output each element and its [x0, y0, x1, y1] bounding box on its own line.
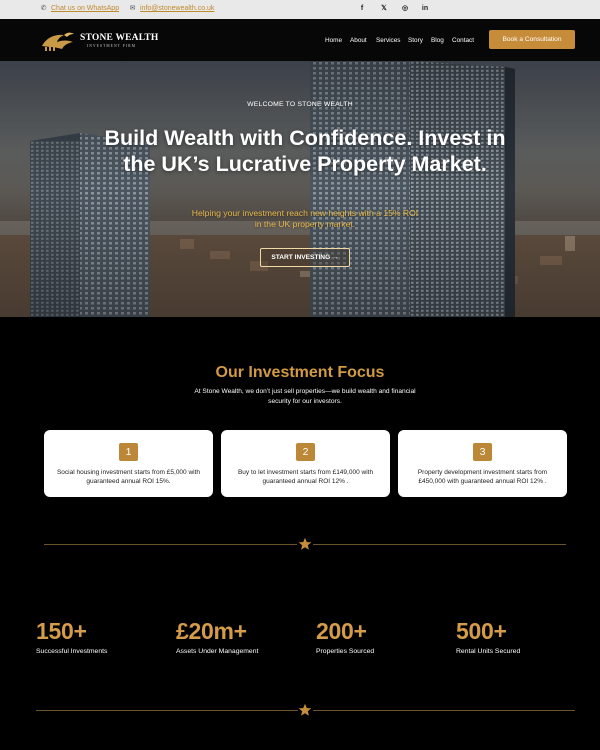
star-icon [298, 537, 312, 550]
section-subtitle: At Stone Wealth, we don’t just sell prop… [194, 388, 416, 405]
stat-value: £20m+ [176, 618, 247, 644]
linkedin-icon[interactable]: in [421, 5, 429, 13]
bull-logo-icon [42, 32, 74, 51]
divider-line [313, 544, 566, 545]
card-text: Property development investment starts f… [417, 469, 548, 485]
card-number-badge: 1 [119, 443, 138, 461]
section-title: Our Investment Focus [215, 364, 385, 381]
email-link[interactable]: ✉ info@stonewealth.co.uk [129, 5, 215, 12]
investment-card: 3 Property development investment starts… [398, 430, 567, 497]
nav-home[interactable]: Home [325, 37, 342, 44]
hero-eyebrow: WELCOME TO STONE WEALTH [247, 101, 353, 108]
stat-label: Successful Investments [36, 648, 108, 655]
brand-subtitle: INVESTMENT FIRM [87, 44, 137, 48]
brand-name: STONE WEALTH [80, 33, 159, 43]
hero-section: WELCOME TO STONE WEALTH Build Wealth wit… [0, 61, 600, 317]
divider-line [36, 710, 298, 711]
nav-story[interactable]: Story [408, 37, 423, 44]
stat-value: 200+ [316, 618, 367, 644]
facebook-icon[interactable]: f [358, 5, 366, 13]
hero-headline: Build Wealth with Confidence. Invest in … [104, 126, 506, 176]
divider-line [313, 710, 575, 711]
divider-line [44, 544, 297, 545]
main-nav: STONE WEALTH INVESTMENT FIRM Home About … [0, 19, 600, 61]
x-icon[interactable]: 𝕏 [380, 5, 388, 13]
card-text: Social housing investment starts from £5… [56, 469, 201, 485]
book-consultation-button[interactable]: Book a Consultation [489, 30, 575, 49]
logo[interactable]: STONE WEALTH INVESTMENT FIRM [40, 30, 158, 52]
whatsapp-label[interactable]: Chat us on WhatsApp [51, 5, 119, 12]
start-investing-button[interactable]: START INVESTING → [260, 248, 350, 267]
nav-blog[interactable]: Blog [431, 37, 444, 44]
nav-contact[interactable]: Contact [452, 37, 474, 44]
nav-services[interactable]: Services [376, 37, 401, 44]
envelope-icon: ✉ [129, 5, 136, 12]
stat-label: Properties Sourced [316, 648, 375, 655]
whatsapp-link[interactable]: ✆ Chat us on WhatsApp [40, 5, 120, 12]
city-skyline-image [0, 61, 600, 317]
hero-tagline: Helping your investment reach new height… [191, 208, 419, 229]
stat-value: 500+ [456, 618, 507, 644]
email-label[interactable]: info@stonewealth.co.uk [140, 5, 214, 12]
card-text: Buy to let investment starts from £149,0… [237, 469, 374, 485]
star-icon [298, 703, 312, 716]
investment-card: 2 Buy to let investment starts from £149… [221, 430, 390, 497]
card-number-badge: 2 [296, 443, 315, 461]
investment-card: 1 Social housing investment starts from … [44, 430, 213, 497]
stat-label: Rental Units Secured [456, 648, 521, 655]
instagram-icon[interactable]: ◎ [401, 5, 409, 13]
whatsapp-icon: ✆ [40, 5, 47, 12]
card-number-badge: 3 [473, 443, 492, 461]
stat-label: Assets Under Management [176, 648, 259, 655]
stat-value: 150+ [36, 618, 87, 644]
top-bar: ✆ Chat us on WhatsApp ✉ info@stonewealth… [0, 0, 600, 19]
nav-about[interactable]: About [350, 37, 367, 44]
